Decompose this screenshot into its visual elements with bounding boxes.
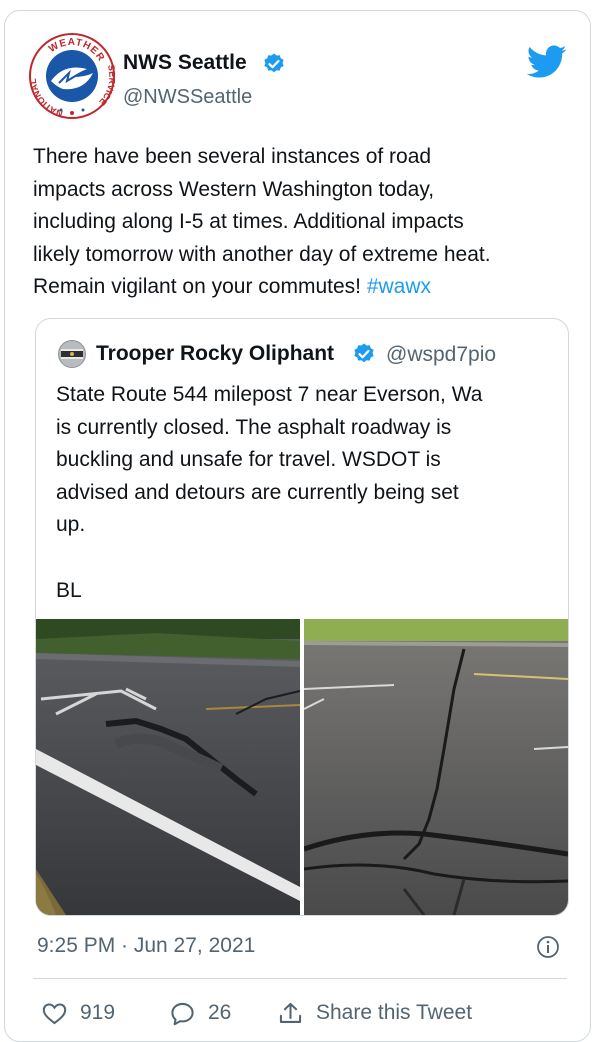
twitter-bird-icon[interactable] xyxy=(527,45,567,79)
share-label: Share this Tweet xyxy=(316,1001,473,1024)
verified-badge-icon xyxy=(264,53,284,73)
quoted-verified-badge-icon xyxy=(354,343,374,363)
divider xyxy=(33,978,567,979)
info-icon[interactable] xyxy=(536,935,560,959)
heart-icon xyxy=(42,1002,67,1024)
tweet-text: There have been several instances of roa… xyxy=(33,141,573,304)
avatar-nws-logo[interactable]: WEATHER NATIONAL SERVICE xyxy=(29,33,115,119)
reply-count: 26 xyxy=(208,1001,232,1024)
quoted-author-avatar[interactable] xyxy=(58,340,86,368)
quoted-photo-cracked-road[interactable] xyxy=(304,619,568,915)
quoted-tweet[interactable]: Trooper Rocky Oliphant @wspd7pio State R… xyxy=(35,318,569,916)
quoted-tweet-text: State Route 544 milepost 7 near Everson,… xyxy=(56,383,483,602)
hashtag-link[interactable]: #wawx xyxy=(367,275,431,298)
tweet-timestamp[interactable]: 9:25 PM · Jun 27, 2021 xyxy=(37,934,255,958)
tweet-card[interactable]: WEATHER NATIONAL SERVICE NWS Seattle @NW… xyxy=(4,10,591,1042)
quoted-author-handle[interactable]: @wspd7pio xyxy=(386,343,496,367)
quoted-photo-buckled-road[interactable] xyxy=(36,619,300,915)
author-name[interactable]: NWS Seattle xyxy=(123,51,247,75)
like-count: 919 xyxy=(80,1001,116,1024)
quoted-author-name[interactable]: Trooper Rocky Oliphant xyxy=(96,342,334,366)
reply-bubble-icon xyxy=(171,1002,194,1025)
author-handle[interactable]: @NWSSeattle xyxy=(123,86,252,109)
share-icon xyxy=(279,1002,302,1023)
